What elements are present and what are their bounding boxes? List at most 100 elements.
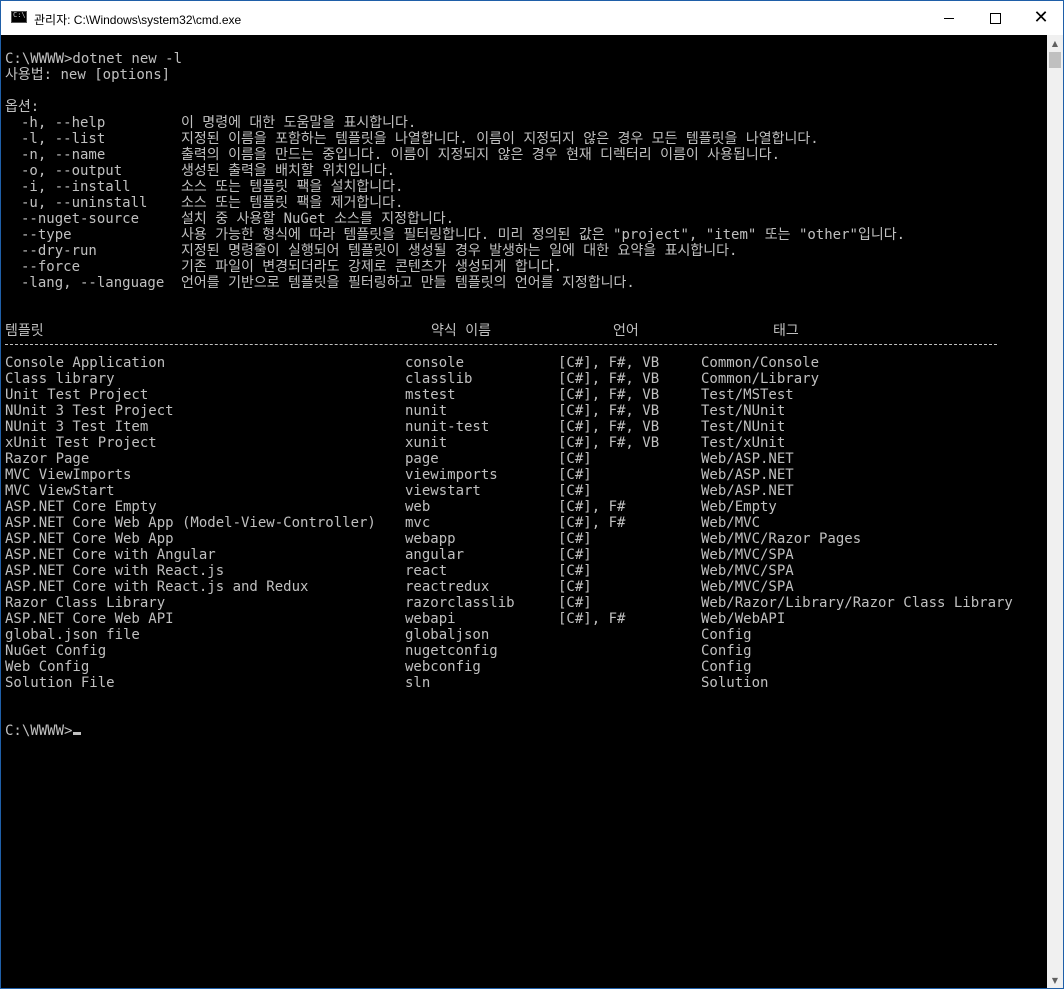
template-tags: Web/MVC/SPA [701,547,794,563]
template-tags: Web/MVC/SPA [701,563,794,579]
template-name: ASP.NET Core Web App (Model-View-Control… [5,515,376,531]
template-tags: Web/ASP.NET [701,467,794,483]
template-name: ASP.NET Core Web API [5,611,174,627]
cmd-app-icon[interactable] [11,11,27,23]
template-name: global.json file [5,627,140,643]
template-name: Class library [5,371,115,387]
template-name: MVC ViewImports [5,467,132,483]
command-line: C:\WWWW>dotnet new -l [5,51,183,67]
option-flag: -lang, --language [21,275,165,291]
template-tags: Web/Razor/Library/Razor Class Library [701,595,1013,611]
template-name: Console Application [5,355,166,371]
option-description: 출력의 이름을 만드는 중입니다. 이름이 지정되지 않은 경우 현재 디렉터리… [181,147,781,163]
template-short-name: mvc [405,515,431,531]
template-tags: Web/ASP.NET [701,451,794,467]
template-language: [C#], F#, VB [558,355,660,371]
template-name: Razor Class Library [5,595,166,611]
template-language: [C#], F#, VB [558,419,660,435]
template-short-name: sln [405,675,431,691]
template-language: [C#], F# [558,499,626,515]
prompt-line[interactable]: C:\WWWW> [5,723,82,739]
template-tags: Config [701,643,752,659]
template-short-name: mstest [405,387,456,403]
template-short-name: nunit [405,403,448,419]
option-flag: -n, --name [21,147,106,163]
vertical-scrollbar[interactable]: ▲ ▼ [1047,35,1063,988]
template-name: NuGet Config [5,643,107,659]
template-name: Solution File [5,675,115,691]
scroll-thumb[interactable] [1049,52,1061,68]
template-language: [C#] [558,531,592,547]
window-title: 관리자: C:\Windows\system32\cmd.exe [34,13,242,27]
template-name: Web Config [5,659,90,675]
template-language: [C#] [558,467,592,483]
template-short-name: console [405,355,465,371]
text-cursor [73,732,82,735]
template-tags: Web/MVC/Razor Pages [701,531,862,547]
close-button[interactable]: ✕ [1018,1,1064,35]
template-short-name: xunit [405,435,448,451]
template-name: NUnit 3 Test Item [5,419,149,435]
template-language: [C#] [558,579,592,595]
template-short-name: react [405,563,448,579]
template-name: NUnit 3 Test Project [5,403,174,419]
close-icon: ✕ [1033,7,1049,28]
option-description: 사용 가능한 형식에 따라 템플릿을 필터링합니다. 미리 정의된 값은 "pr… [181,227,906,243]
console-output[interactable]: C:\WWWW>dotnet new -l 사용법: new [options]… [1,35,1047,988]
header-tags: 태그 [773,323,799,339]
template-short-name: razorclasslib [405,595,515,611]
minimize-button[interactable] [926,1,972,35]
scroll-up-icon[interactable]: ▲ [1047,35,1063,51]
template-tags: Test/NUnit [701,419,786,435]
template-short-name: reactredux [405,579,490,595]
template-name: MVC ViewStart [5,483,115,499]
option-flag: --nuget-source [21,211,140,227]
template-tags: Common/Library [701,371,820,387]
title-bar[interactable]: 관리자: C:\Windows\system32\cmd.exe ✕ [1,1,1063,35]
template-short-name: nugetconfig [405,643,498,659]
template-language: [C#], F# [558,515,626,531]
template-name: Razor Page [5,451,90,467]
header-language: 언어 [613,323,639,339]
template-language: [C#], F#, VB [558,387,660,403]
template-short-name: nunit-test [405,419,490,435]
template-name: Unit Test Project [5,387,149,403]
template-language: [C#], F#, VB [558,403,660,419]
template-tags: Test/NUnit [701,403,786,419]
cmd-window: 관리자: C:\Windows\system32\cmd.exe ✕ C:\WW… [0,0,1064,989]
maximize-icon [989,12,1001,24]
template-name: xUnit Test Project [5,435,157,451]
template-tags: Common/Console [701,355,820,371]
template-name: ASP.NET Core Empty [5,499,157,515]
option-description: 언어를 기반으로 템플릿을 필터링하고 만들 템플릿의 언어를 지정합니다. [181,275,635,291]
table-divider [5,344,997,345]
template-language: [C#], F# [558,611,626,627]
scroll-down-icon[interactable]: ▼ [1047,972,1063,988]
prompt-text: C:\WWWW> [5,723,73,739]
option-flag: -l, --list [21,131,106,147]
option-description: 소스 또는 템플릿 팩을 설치합니다. [181,179,404,195]
maximize-button[interactable] [972,1,1018,35]
option-flag: -i, --install [21,179,131,195]
template-tags: Web/Empty [701,499,777,515]
option-description: 생성된 출력을 배치할 위치입니다. [181,163,396,179]
option-description: 소스 또는 템플릿 팩을 제거합니다. [181,195,404,211]
template-tags: Config [701,659,752,675]
minimize-icon [944,17,954,19]
template-language: [C#] [558,483,592,499]
template-language: [C#], F#, VB [558,435,660,451]
template-tags: Test/MSTest [701,387,794,403]
template-name: ASP.NET Core with React.js [5,563,225,579]
template-short-name: webconfig [405,659,481,675]
template-short-name: web [405,499,431,515]
template-tags: Config [701,627,752,643]
template-short-name: classlib [405,371,473,387]
header-short-name: 약식 이름 [431,323,491,339]
template-short-name: viewimports [405,467,498,483]
template-language: [C#] [558,563,592,579]
template-short-name: webapp [405,531,456,547]
option-description: 기존 파일이 변경되더라도 강제로 콘텐츠가 생성되게 합니다. [181,259,562,275]
template-name: ASP.NET Core with React.js and Redux [5,579,309,595]
template-tags: Web/MVC/SPA [701,579,794,595]
template-name: ASP.NET Core with Angular [5,547,216,563]
